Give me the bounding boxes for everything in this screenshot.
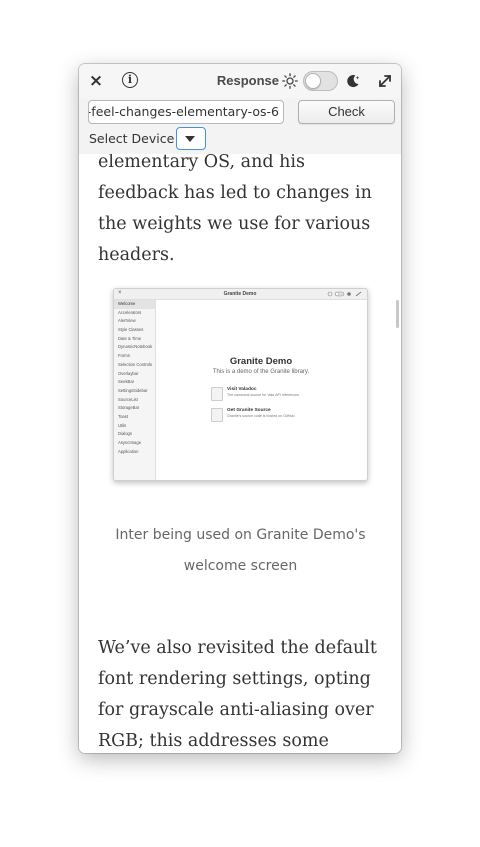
figure-sidebar-item: AsyncImage	[118, 440, 142, 445]
figure-link-description: Granite's source code is hosted on GitHu…	[227, 414, 296, 418]
check-button[interactable]: Check	[298, 100, 395, 124]
figure-subheading: This is a demo of the Granite library.	[212, 369, 310, 375]
article-paragraph: elementary OS, and his feedback has led …	[98, 154, 372, 265]
figure-sidebar-item: DynamicNotebook	[118, 344, 153, 350]
figure-sidebar-item: Welcome	[114, 300, 155, 309]
window-title: Response	[216, 73, 279, 88]
chevron-down-icon	[185, 136, 195, 142]
figure-sidebar-item: Accelerators	[118, 309, 142, 315]
figure-sidebar-item: Application	[118, 448, 139, 454]
figure-sidebar-item: Overlaybar	[118, 370, 139, 376]
figure-caption: Inter being used on Granite Demo's welco…	[115, 527, 366, 574]
figure-sidebar-item: Date & Time	[118, 335, 142, 341]
scrollbar[interactable]	[396, 300, 399, 328]
figure-sidebar-item: AlertView	[118, 318, 136, 324]
figure-titlebar: × Granite Demo	[114, 289, 367, 300]
figure-sidebar-item: Forms	[118, 353, 130, 359]
figure-sidebar-item: StorageBar	[118, 405, 140, 411]
figure-link-valadoc: Visit Valadoc The canonical source for V…	[211, 387, 331, 401]
figure-sidebar-item: Toast	[118, 413, 129, 419]
expand-icon[interactable]	[377, 73, 393, 89]
figure-sidebar-item: Style Classes	[118, 327, 144, 333]
url-input[interactable]: https://blog.elementary.io/look-and-feel…	[88, 100, 284, 124]
figure-sidebar-item: SourceList	[118, 396, 138, 402]
device-dropdown[interactable]	[176, 127, 206, 150]
source-code-icon	[211, 408, 223, 422]
figure-link-source: Get Granite Source Granite's source code…	[211, 408, 331, 422]
info-icon[interactable]: i	[122, 72, 138, 88]
moon-icon	[347, 75, 360, 88]
figure-sidebar: Welcome Accelerators AlertView Style Cla…	[114, 300, 156, 480]
figure-window-title: Granite Demo	[223, 291, 257, 297]
figure-sidebar-item: Utils	[118, 422, 127, 428]
figure-sidebar-item: SettingsSidebar	[118, 387, 148, 393]
close-icon[interactable]: ×	[87, 72, 105, 90]
url-toolbar: https://blog.elementary.io/look-and-feel…	[79, 98, 401, 154]
valadoc-icon	[211, 387, 223, 401]
figure-sidebar-item: Dialogs	[118, 431, 132, 437]
titlebar: × i Response	[79, 64, 401, 98]
figure-link-description: The canonical source for Vala API refere…	[227, 393, 300, 397]
theme-toggle-switch[interactable]	[303, 71, 338, 91]
toggle-knob	[305, 73, 321, 89]
sun-icon	[282, 73, 298, 89]
figure-close-icon: ×	[118, 290, 122, 296]
figure-screenshot: × Granite Demo Welcome Accelerators Aler…	[113, 288, 368, 481]
figure-controls-icon	[327, 291, 362, 297]
preview-content[interactable]: elementary OS, and his feedback has led …	[79, 154, 401, 753]
app-window: × i Response https://b	[79, 64, 401, 753]
figure-sidebar-item: Selection Controls	[118, 361, 152, 367]
figure-heading: Granite Demo	[229, 356, 293, 367]
figure-sidebar-item: SeekBar	[118, 379, 135, 385]
article-paragraph: We’ve also revisited the default font re…	[98, 638, 377, 751]
device-label: Select Device :	[89, 131, 183, 146]
